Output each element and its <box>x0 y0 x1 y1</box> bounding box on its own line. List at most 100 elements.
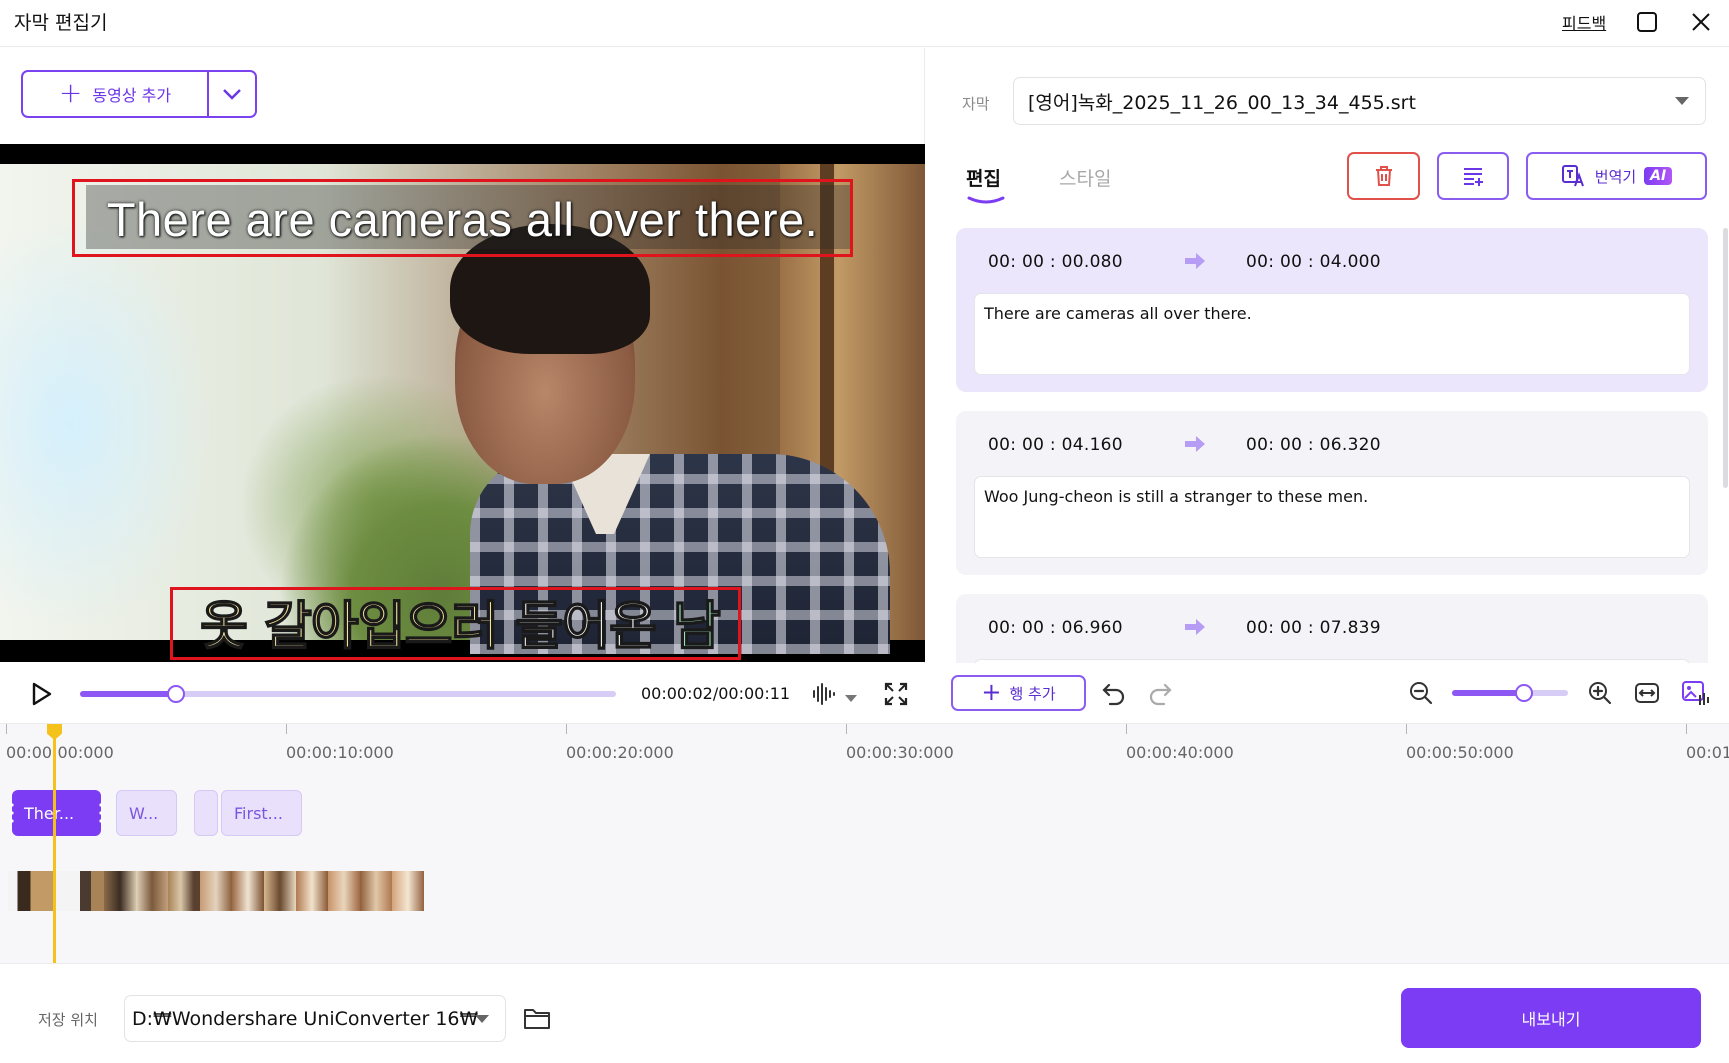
fullscreen-icon <box>884 682 908 706</box>
ruler-tick-label: 00:00:30:000 <box>846 743 954 762</box>
save-path-value: D:₩Wondershare UniConverter 16₩ <box>132 1007 479 1030</box>
trash-icon <box>1375 166 1392 186</box>
arrow-right-icon <box>1185 436 1205 452</box>
burned-caption-highlight-box <box>170 587 741 660</box>
ruler-tick-label: 00:00:00:000 <box>6 743 114 762</box>
maximize-icon <box>1637 12 1657 32</box>
ai-badge: AI <box>1644 167 1673 185</box>
timeline-zoom-slider[interactable] <box>1452 684 1568 702</box>
ruler-tick-label: 00:00:20:000 <box>566 743 674 762</box>
image-sound-icon <box>1682 681 1709 705</box>
subtitle-text-input[interactable]: There are cameras all over there. <box>974 293 1690 375</box>
subtitle-end-time[interactable]: 00: 00 : 07.839 <box>1246 618 1381 638</box>
player-controls: 00:00:02/00:00:11 <box>0 663 925 723</box>
fit-timeline-button[interactable] <box>1633 679 1661 707</box>
add-row-button[interactable]: + 행 추가 <box>951 675 1086 711</box>
video-track-thumbnails[interactable] <box>8 871 424 911</box>
subtitle-list: 00: 00 : 00.080 00: 00 : 04.000 There ar… <box>956 228 1708 708</box>
open-folder-button[interactable] <box>522 1004 552 1032</box>
video-preview[interactable]: There are cameras all over there. 옷 갈아입으… <box>0 144 925 662</box>
insert-subtitle-button[interactable] <box>1437 152 1509 200</box>
tab-style[interactable]: 스타일 <box>1059 164 1111 191</box>
playhead[interactable] <box>53 724 56 963</box>
ruler-tick-label: 00:00:50:000 <box>1406 743 1514 762</box>
subtitle-file-select[interactable]: [영어]녹화_2025_11_26_00_13_34_455.srt <box>1013 77 1706 125</box>
progress-fill <box>80 691 177 697</box>
subtitle-entry[interactable]: 00: 00 : 04.160 00: 00 : 06.320 Woo Jung… <box>956 411 1708 575</box>
playback-progress-slider[interactable] <box>80 685 616 703</box>
preview-panel: + 동영상 추가 There are cameras all over ther… <box>0 48 925 663</box>
subtitle-entry[interactable]: 00: 00 : 00.080 00: 00 : 04.000 There ar… <box>956 228 1708 392</box>
play-icon <box>32 682 52 706</box>
translate-label: 번역기 <box>1594 167 1637 186</box>
subtitle-file-label: 자막 <box>962 95 990 113</box>
add-video-group: + 동영상 추가 <box>21 70 257 118</box>
audio-waveform-button[interactable] <box>811 681 837 707</box>
fit-width-icon <box>1635 683 1659 703</box>
fullscreen-button[interactable] <box>883 681 909 707</box>
redo-button[interactable] <box>1146 679 1174 707</box>
list-add-icon <box>1464 168 1483 186</box>
close-button[interactable] <box>1683 4 1719 40</box>
subtitle-start-time[interactable]: 00: 00 : 00.080 <box>988 252 1123 272</box>
subtitle-end-time[interactable]: 00: 00 : 04.000 <box>1246 252 1381 272</box>
subtitle-highlight-box <box>72 179 853 257</box>
progress-handle[interactable] <box>167 685 186 703</box>
audio-dropdown[interactable] <box>845 688 857 707</box>
app-title: 자막 편집기 <box>14 12 108 34</box>
export-button[interactable]: 내보내기 <box>1401 988 1701 1048</box>
delete-subtitle-button[interactable] <box>1347 152 1420 200</box>
timeline[interactable]: 00:00:00:000 00:00:10:000 00:00:20:000 0… <box>0 723 1729 963</box>
add-video-label: 동영상 추가 <box>92 86 172 105</box>
undo-icon <box>1102 683 1125 706</box>
zoom-out-icon <box>1410 682 1433 705</box>
edit-toolbar: + 행 추가 <box>926 663 1729 723</box>
play-button[interactable] <box>28 681 54 707</box>
waveform-icon <box>813 683 835 705</box>
subtitle-file-value: [영어]녹화_2025_11_26_00_13_34_455.srt <box>1028 91 1416 114</box>
image-audio-button[interactable] <box>1681 679 1709 707</box>
plus-icon: + <box>58 75 83 109</box>
caret-down-icon <box>475 1015 489 1023</box>
ruler-tick-label: 00:00:10:000 <box>286 743 394 762</box>
zoom-in-icon <box>1589 682 1612 705</box>
video-frame: There are cameras all over there. 옷 갈아입으… <box>0 164 925 660</box>
caret-down-icon <box>845 695 857 702</box>
timeline-ruler[interactable]: 00:00:00:000 00:00:10:000 00:00:20:000 0… <box>0 724 1729 774</box>
tab-edit[interactable]: 편집 <box>966 164 1001 191</box>
save-location-select[interactable]: D:₩Wondershare UniConverter 16₩ <box>124 995 506 1042</box>
folder-icon <box>524 1009 550 1029</box>
add-row-label: 행 추가 <box>1009 684 1056 703</box>
subtitle-clip[interactable]: First... <box>221 790 302 836</box>
clip-trim-handle-left[interactable] <box>10 802 14 824</box>
title-bar: 자막 편집기 피드백 <box>0 0 1729 47</box>
subtitle-clip[interactable]: Ther... <box>10 790 103 836</box>
subtitle-start-time[interactable]: 00: 00 : 04.160 <box>988 435 1123 455</box>
subtitle-list-scrollbar[interactable] <box>1723 228 1728 488</box>
arrow-right-icon <box>1185 253 1205 269</box>
maximize-button[interactable] <box>1629 4 1665 40</box>
feedback-link[interactable]: 피드백 <box>1562 10 1606 34</box>
subtitle-panel: 자막 [영어]녹화_2025_11_26_00_13_34_455.srt 편집… <box>926 48 1729 723</box>
undo-button[interactable] <box>1100 679 1128 707</box>
redo-icon <box>1149 683 1172 706</box>
subtitle-clip[interactable]: W... <box>116 790 177 836</box>
subtitle-clip[interactable] <box>194 790 218 836</box>
chevron-down-icon <box>223 89 241 100</box>
clip-trim-handle-right[interactable] <box>99 802 103 824</box>
tab-active-indicator <box>967 196 1005 204</box>
clip-label: W... <box>129 803 159 823</box>
add-video-dropdown[interactable] <box>209 72 255 116</box>
arrow-right-icon <box>1185 619 1205 635</box>
time-readout: 00:00:02/00:00:11 <box>641 684 791 703</box>
zoom-handle[interactable] <box>1514 684 1533 702</box>
zoom-out-button[interactable] <box>1407 679 1435 707</box>
close-icon <box>1692 13 1710 31</box>
subtitle-start-time[interactable]: 00: 00 : 06.960 <box>988 618 1123 638</box>
subtitle-text-input[interactable]: Woo Jung-cheon is still a stranger to th… <box>974 476 1690 558</box>
plus-icon: + <box>981 677 1002 706</box>
zoom-in-button[interactable] <box>1586 679 1614 707</box>
subtitle-end-time[interactable]: 00: 00 : 06.320 <box>1246 435 1381 455</box>
ai-translate-button[interactable]: 번역기 AI <box>1526 152 1707 200</box>
add-video-button[interactable]: + 동영상 추가 <box>23 72 209 116</box>
